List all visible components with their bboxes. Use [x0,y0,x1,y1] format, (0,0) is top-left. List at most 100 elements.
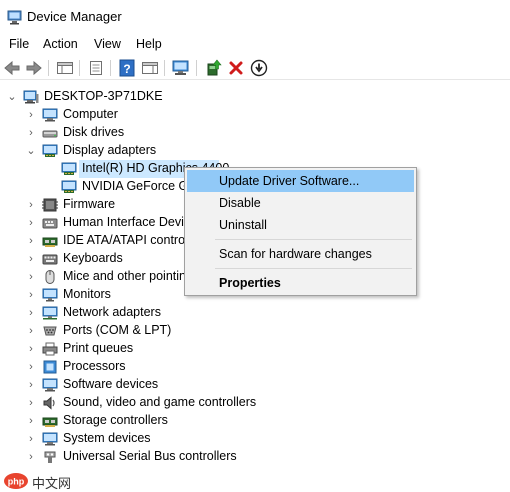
menu-separator [215,268,412,269]
watermark-text: 中文网 [32,477,72,492]
forward-icon[interactable] [24,58,44,78]
tree-category-system-devices[interactable]: › System devices [0,430,510,448]
tree-category-software-devices[interactable]: › Software devices [0,376,510,394]
menu-item-label: Scan for hardware changes [219,247,372,261]
expand-chevron-icon[interactable]: › [25,304,37,322]
display-adapter-icon [42,144,58,157]
collapse-chevron-icon[interactable]: ⌄ [6,88,18,106]
menu-item-disable[interactable]: Disable [187,192,414,214]
category-label: Network adapters [63,305,161,319]
tree-category-storage-controllers[interactable]: › Storage controllers [0,412,510,430]
category-label: Storage controllers [63,413,168,427]
menu-item-scan-hardware[interactable]: Scan for hardware changes [187,243,414,265]
tree-category-network-adapters[interactable]: › Network adapters [0,304,510,322]
display-adapter-icon [61,162,77,175]
menu-file[interactable]: File [7,36,31,52]
tree-category-ports[interactable]: › Ports (COM & LPT) [0,322,510,340]
expand-chevron-icon[interactable]: › [25,268,37,286]
menu-view[interactable]: View [92,36,123,52]
expand-chevron-icon[interactable]: › [25,232,37,250]
php-logo-icon: php [4,473,28,489]
window-title: Device Manager [27,9,122,24]
action-pane-icon[interactable] [140,58,160,78]
disk-drive-icon [42,130,58,138]
category-label: Human Interface Devices [63,215,204,229]
device-manager-icon [7,10,22,25]
mouse-icon [45,270,55,284]
tree-category-print-queues[interactable]: › Print queues [0,340,510,358]
sound-icon [43,396,55,410]
category-label: Ports (COM & LPT) [63,323,172,337]
menu-item-properties[interactable]: Properties [187,272,414,294]
expand-chevron-icon[interactable]: › [25,394,37,412]
hid-icon [42,218,58,229]
port-icon [43,326,57,336]
menu-item-label: Disable [219,196,261,210]
toolbar-separator [48,60,49,76]
toolbar-separator [79,60,80,76]
update-driver-icon[interactable] [204,58,224,78]
ide-controller-icon [42,237,58,247]
menu-item-label: Uninstall [219,218,267,232]
usb-icon [44,451,56,463]
properties-pane-icon[interactable] [55,58,75,78]
tree-category-processors[interactable]: › Processors [0,358,510,376]
expand-chevron-icon[interactable]: › [25,376,37,394]
expand-chevron-icon[interactable]: › [25,448,37,466]
menu-item-label: Update Driver Software... [219,174,360,188]
collapse-chevron-icon[interactable]: ⌄ [25,142,37,160]
disable-icon[interactable] [249,58,269,78]
processor-icon [43,360,57,374]
title-bar: Device Manager [0,0,510,34]
expand-chevron-icon[interactable]: › [25,124,37,142]
tree-category-sound-video-game[interactable]: › Sound, video and game controllers [0,394,510,412]
tree-category-display-adapters[interactable]: ⌄ Display adapters [0,142,510,160]
category-label: Monitors [63,287,111,301]
keyboard-icon [42,254,58,265]
printer-icon [42,342,58,356]
tree-root[interactable]: ⌄ DESKTOP-3P71DKE [0,88,510,106]
expand-chevron-icon[interactable]: › [25,358,37,376]
uninstall-icon[interactable] [226,58,246,78]
scan-hardware-icon[interactable] [171,58,191,78]
tree-root-label: DESKTOP-3P71DKE [44,89,163,103]
expand-chevron-icon[interactable]: › [25,430,37,448]
toolbar-separator [164,60,165,76]
menu-help[interactable]: Help [134,36,164,52]
expand-chevron-icon[interactable]: › [25,106,37,124]
back-icon[interactable] [2,58,22,78]
expand-chevron-icon[interactable]: › [25,214,37,232]
toolbar-separator [196,60,197,76]
expand-chevron-icon[interactable]: › [25,250,37,268]
menu-item-uninstall[interactable]: Uninstall [187,214,414,236]
firmware-icon [42,198,58,212]
watermark: php 中文网 [3,472,83,492]
category-label: Print queues [63,341,134,355]
category-label: Disk drives [63,125,125,139]
display-adapter-icon [61,180,77,193]
computer-root-icon [23,90,39,104]
storage-controller-icon [42,417,58,427]
expand-chevron-icon[interactable]: › [25,322,37,340]
tree-category-disk-drives[interactable]: › Disk drives [0,124,510,142]
software-device-icon [42,378,58,392]
expand-chevron-icon[interactable]: › [25,286,37,304]
expand-chevron-icon[interactable]: › [25,412,37,430]
tree-category-usb-controllers[interactable]: › Universal Serial Bus controllers [0,448,510,466]
svg-text:?: ? [123,62,130,76]
category-label: Universal Serial Bus controllers [63,449,237,463]
tree-category-computer[interactable]: › Computer [0,106,510,124]
category-label: Keyboards [63,251,123,265]
computer-icon [42,108,58,122]
help-icon[interactable]: ? [117,58,137,78]
properties-icon[interactable] [86,58,106,78]
category-label: System devices [63,431,151,445]
menu-item-update-driver[interactable]: Update Driver Software... [187,170,414,192]
system-device-icon [42,432,58,446]
menu-item-label: Properties [219,276,281,290]
expand-chevron-icon[interactable]: › [25,340,37,358]
menu-separator [215,239,412,240]
device-label: NVIDIA GeForce GT [82,179,196,193]
expand-chevron-icon[interactable]: › [25,196,37,214]
menu-action[interactable]: Action [41,36,80,52]
